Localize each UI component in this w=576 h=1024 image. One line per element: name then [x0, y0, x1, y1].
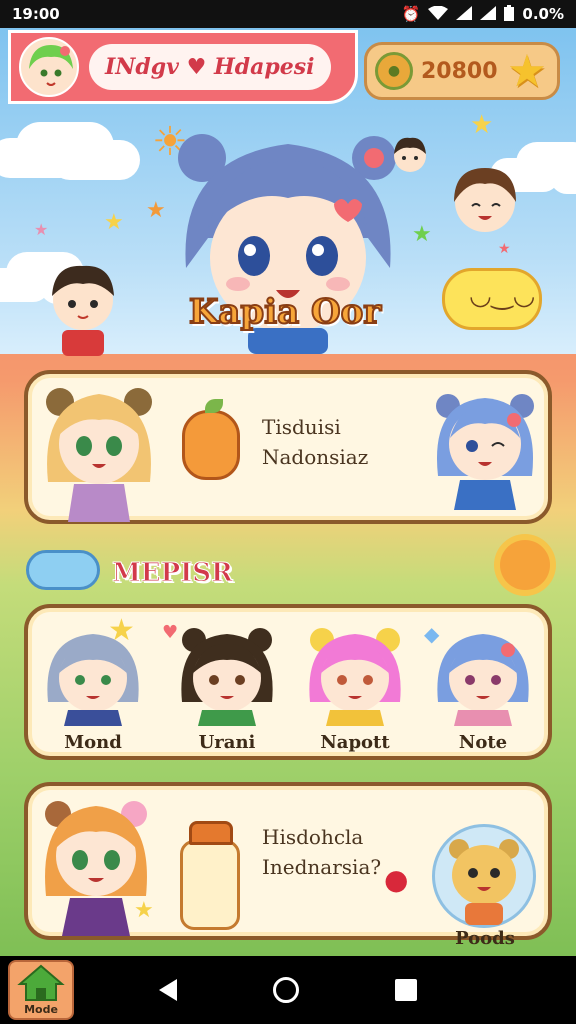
status-time: 19:00 — [12, 5, 60, 23]
cloud-decoration — [0, 138, 80, 178]
jar-icon — [180, 821, 240, 930]
signal-icon — [456, 5, 473, 23]
coin-counter[interactable]: ● 20800 ★ — [364, 42, 560, 100]
member-label: Note — [458, 732, 508, 753]
member-item[interactable]: Napott — [300, 622, 410, 753]
star-icon: ★ — [34, 220, 49, 239]
chibi-character — [449, 839, 519, 925]
star-icon: ★ — [498, 241, 511, 257]
alarm-icon: ⏰ — [401, 4, 421, 23]
star-icon: ★ — [104, 210, 124, 235]
star-icon: ★ — [412, 222, 432, 247]
card-one-line1: Tisduisi — [262, 415, 341, 439]
wifi-icon — [428, 5, 449, 23]
star-icon: ★ — [134, 898, 154, 923]
back-button[interactable] — [159, 979, 177, 1001]
star-icon: ★ — [470, 110, 494, 140]
chibi-character — [454, 168, 516, 232]
app-screen: INdgv ♥ Hdapesi ● 20800 ★ ☀ ★ ★ ★ ★ ★ ★ — [0, 28, 576, 956]
card-three-line2: Inednarsia? — [262, 855, 382, 879]
card-one-text: Tisduisi Nadonsiaz — [262, 412, 368, 472]
home-button-label: Mode — [24, 1003, 58, 1016]
chibi-character — [436, 394, 534, 510]
chibi-character — [52, 265, 114, 356]
card-one-line2: Nadonsiaz — [262, 445, 369, 469]
avatar[interactable] — [19, 37, 79, 97]
sun-icon — [500, 540, 550, 590]
member-portrait — [181, 628, 273, 726]
member-portrait — [47, 634, 139, 726]
orange-icon — [182, 399, 240, 480]
battery-icon — [504, 4, 515, 24]
character-portrait-frame[interactable] — [432, 824, 536, 928]
status-bar: 19:00 ⏰ 0.0% — [0, 0, 576, 28]
signal-icon — [480, 5, 497, 23]
card-three-line1: Hisdohcla — [262, 825, 364, 849]
speech-bubble: ◡‿◡ — [442, 268, 542, 330]
recents-button[interactable] — [395, 979, 417, 1001]
card-three-text: Hisdohcla Inednarsia? — [262, 822, 381, 882]
chibi-character — [394, 137, 426, 172]
profile-header[interactable]: INdgv ♥ Hdapesi — [8, 30, 358, 104]
member-item[interactable]: Note — [428, 622, 538, 753]
member-item[interactable]: Mond — [38, 622, 148, 753]
battery-level: 0.0% — [522, 5, 564, 23]
member-label: Napott — [320, 732, 390, 753]
character-label: Poods — [455, 928, 515, 949]
member-label: Urani — [198, 732, 256, 753]
star-icon[interactable]: ★ — [503, 49, 551, 95]
system-home-button[interactable] — [273, 977, 299, 1003]
member-item[interactable]: Urani — [172, 622, 282, 753]
member-portrait — [437, 634, 529, 726]
profile-name: INdgv ♥ Hdapesi — [89, 44, 331, 90]
house-icon — [17, 964, 65, 1001]
section-title: MEPISR — [112, 558, 234, 589]
navigation-bar: Mode — [0, 956, 576, 1024]
coin-value: 20800 — [421, 58, 498, 84]
home-button[interactable]: Mode — [8, 960, 74, 1020]
cloud-mascot-icon — [26, 550, 100, 590]
chibi-character — [46, 388, 152, 522]
coin-icon: ● — [375, 52, 413, 90]
star-icon: ★ — [146, 198, 166, 223]
member-label: Mond — [64, 732, 122, 753]
member-portrait — [309, 628, 401, 726]
smile-icon: ◡‿◡ — [469, 281, 536, 311]
apple-icon: ● — [384, 863, 409, 896]
hero-title: Kapia Oor — [188, 291, 382, 333]
